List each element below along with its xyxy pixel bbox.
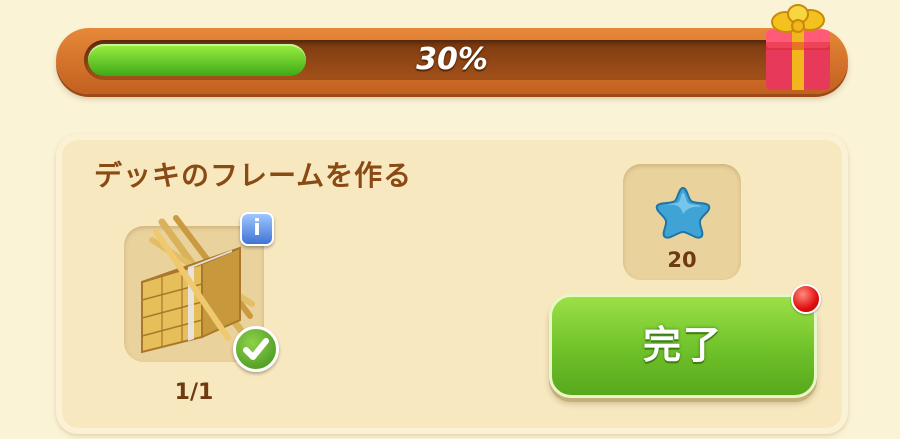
info-button[interactable]: i	[240, 212, 274, 246]
gift-box-icon[interactable]	[758, 0, 838, 98]
complete-button[interactable]: 完了	[549, 294, 817, 398]
task-panel: デッキのフレームを作る i 1/1 20 完了	[56, 134, 848, 434]
progress-bar: 30%	[56, 28, 848, 94]
reward-count: 20	[667, 248, 697, 272]
task-title: デッキのフレームを作る	[94, 159, 413, 192]
reward-slot: 20	[623, 164, 741, 280]
progress-track: 30%	[84, 40, 820, 80]
info-icon: i	[253, 216, 261, 241]
blue-star-icon	[655, 186, 711, 239]
complete-label: 完了	[642, 323, 723, 367]
progress-percent: 30%	[416, 42, 488, 77]
material-count: 1/1	[174, 380, 214, 405]
checkmark-icon	[233, 326, 279, 372]
red-dot-icon	[791, 284, 821, 314]
